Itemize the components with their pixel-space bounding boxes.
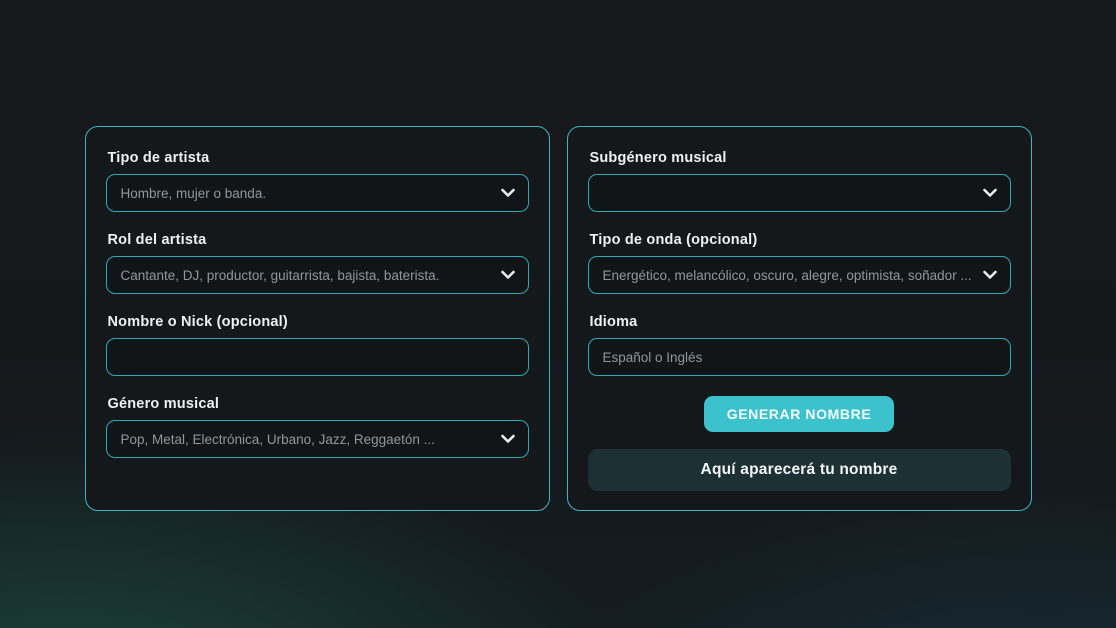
form-container: Tipo de artista Hombre, mujer o banda. R… (0, 0, 1116, 511)
field-tipo-de-artista: Tipo de artista Hombre, mujer o banda. (106, 150, 529, 212)
chevron-down-icon (983, 189, 997, 198)
button-row: GENERAR NOMBRE (588, 396, 1011, 432)
field-tipo-de-onda: Tipo de onda (opcional) Energético, mela… (588, 232, 1011, 294)
idioma-input[interactable] (588, 338, 1011, 376)
field-label: Idioma (590, 314, 1011, 330)
tipo-de-artista-select[interactable]: Hombre, mujer o banda. (106, 174, 529, 212)
field-rol-del-artista: Rol del artista Cantante, DJ, productor,… (106, 232, 529, 294)
chevron-down-icon (983, 271, 997, 280)
select-placeholder: Cantante, DJ, productor, guitarrista, ba… (121, 268, 440, 283)
tipo-de-onda-select[interactable]: Energético, melancólico, oscuro, alegre,… (588, 256, 1011, 294)
nombre-nick-input[interactable] (106, 338, 529, 376)
genero-musical-select[interactable]: Pop, Metal, Electrónica, Urbano, Jazz, R… (106, 420, 529, 458)
chevron-down-icon (501, 435, 515, 444)
generate-name-button[interactable]: GENERAR NOMBRE (704, 396, 895, 432)
field-label: Subgénero musical (590, 150, 1011, 166)
field-subgenero-musical: Subgénero musical (588, 150, 1011, 212)
field-label: Tipo de artista (108, 150, 529, 166)
chevron-down-icon (501, 271, 515, 280)
generated-name-result: Aquí aparecerá tu nombre (588, 449, 1011, 491)
field-label: Género musical (108, 396, 529, 412)
select-placeholder: Hombre, mujer o banda. (121, 186, 267, 201)
field-label: Tipo de onda (opcional) (590, 232, 1011, 248)
artist-form-panel-left: Tipo de artista Hombre, mujer o banda. R… (85, 126, 550, 511)
field-nombre-nick: Nombre o Nick (opcional) (106, 314, 529, 376)
field-genero-musical: Género musical Pop, Metal, Electrónica, … (106, 396, 529, 458)
field-label: Nombre o Nick (opcional) (108, 314, 529, 330)
field-idioma: Idioma (588, 314, 1011, 376)
rol-del-artista-select[interactable]: Cantante, DJ, productor, guitarrista, ba… (106, 256, 529, 294)
select-placeholder: Energético, melancólico, oscuro, alegre,… (603, 268, 972, 283)
chevron-down-icon (501, 189, 515, 198)
subgenero-musical-select[interactable] (588, 174, 1011, 212)
select-placeholder: Pop, Metal, Electrónica, Urbano, Jazz, R… (121, 432, 435, 447)
artist-form-panel-right: Subgénero musical Tipo de onda (opcional… (567, 126, 1032, 511)
field-label: Rol del artista (108, 232, 529, 248)
